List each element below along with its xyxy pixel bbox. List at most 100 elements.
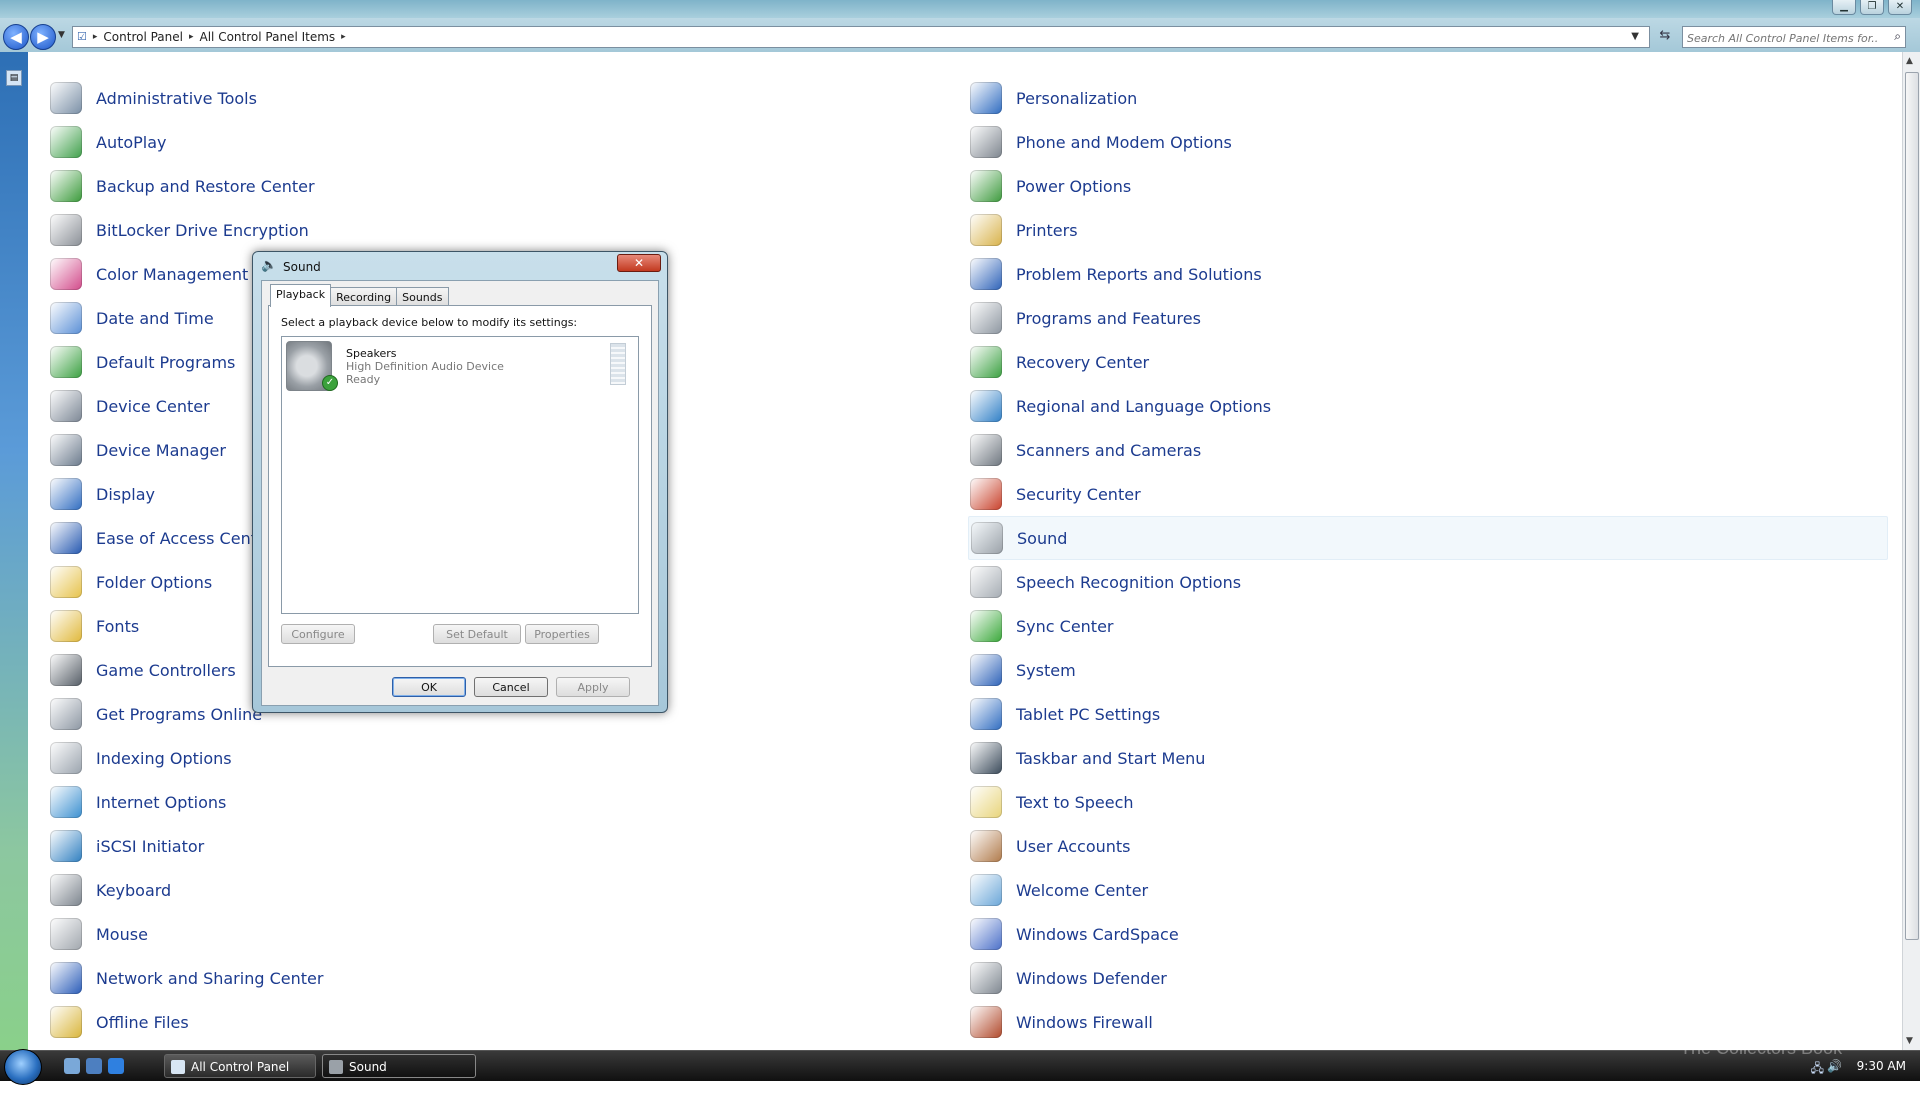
item-label[interactable]: Device Center <box>96 397 210 416</box>
item-label[interactable]: Network and Sharing Center <box>96 969 323 988</box>
control-panel-item[interactable]: Internet Options <box>48 780 968 824</box>
control-panel-item[interactable]: Printers <box>968 208 1888 252</box>
control-panel-item[interactable]: Welcome Center <box>968 868 1888 912</box>
item-label[interactable]: AutoPlay <box>96 133 167 152</box>
item-label[interactable]: Personalization <box>1016 89 1137 108</box>
control-panel-item[interactable]: Security Center <box>968 472 1888 516</box>
item-label[interactable]: Phone and Modem Options <box>1016 133 1232 152</box>
properties-button[interactable]: Properties <box>525 624 599 644</box>
control-panel-item[interactable]: Offline Files <box>48 1000 968 1044</box>
internet-explorer-icon[interactable] <box>108 1058 124 1074</box>
minimize-button[interactable]: ▁ <box>1832 0 1856 15</box>
item-label[interactable]: Color Management <box>96 265 248 284</box>
scroll-down-icon[interactable]: ▼ <box>1906 1036 1913 1046</box>
forward-button[interactable]: ▶ <box>30 24 56 50</box>
search-box[interactable]: ⌕ <box>1682 26 1906 48</box>
volume-tray-icon[interactable]: 🔊 <box>1827 1059 1842 1073</box>
breadcrumb-all-items[interactable]: All Control Panel Items <box>200 27 336 47</box>
item-label[interactable]: Device Manager <box>96 441 226 460</box>
item-label[interactable]: Scanners and Cameras <box>1016 441 1201 460</box>
scroll-thumb[interactable] <box>1905 72 1919 940</box>
item-label[interactable]: Game Controllers <box>96 661 236 680</box>
tab-recording[interactable]: Recording <box>330 287 398 307</box>
show-desktop-icon[interactable] <box>64 1058 80 1074</box>
control-panel-item[interactable]: Sound <box>968 516 1888 560</box>
item-label[interactable]: Sync Center <box>1016 617 1114 636</box>
ok-button[interactable]: OK <box>392 677 466 697</box>
control-panel-item[interactable]: BitLocker Drive Encryption <box>48 208 968 252</box>
item-label[interactable]: Tablet PC Settings <box>1016 705 1160 724</box>
configure-button[interactable]: Configure <box>281 624 355 644</box>
network-tray-icon[interactable]: 🖧 <box>1811 1059 1824 1080</box>
control-panel-item[interactable]: iSCSI Initiator <box>48 824 968 868</box>
item-label[interactable]: Programs and Features <box>1016 309 1201 328</box>
control-panel-item[interactable]: Recovery Center <box>968 340 1888 384</box>
item-label[interactable]: Windows Defender <box>1016 969 1167 988</box>
control-panel-item[interactable]: Keyboard <box>48 868 968 912</box>
search-icon[interactable]: ⌕ <box>1894 29 1901 44</box>
search-input[interactable] <box>1683 29 1881 48</box>
item-label[interactable]: Security Center <box>1016 485 1141 504</box>
item-label[interactable]: User Accounts <box>1016 837 1131 856</box>
control-panel-item[interactable]: Sync Center <box>968 604 1888 648</box>
item-label[interactable]: iSCSI Initiator <box>96 837 204 856</box>
refresh-icon[interactable]: ⇆ <box>1654 26 1676 46</box>
control-panel-item[interactable]: Power Options <box>968 164 1888 208</box>
address-bar[interactable]: ☑ ▸ Control Panel ▸ All Control Panel It… <box>72 26 1650 48</box>
item-label[interactable]: Display <box>96 485 155 504</box>
control-panel-item[interactable]: System <box>968 648 1888 692</box>
set-default-button[interactable]: Set Default <box>433 624 521 644</box>
item-label[interactable]: Problem Reports and Solutions <box>1016 265 1262 284</box>
item-label[interactable]: Windows CardSpace <box>1016 925 1179 944</box>
control-panel-item[interactable]: Programs and Features <box>968 296 1888 340</box>
item-label[interactable]: Speech Recognition Options <box>1016 573 1241 592</box>
item-label[interactable]: Internet Options <box>96 793 226 812</box>
control-panel-item[interactable]: Speech Recognition Options <box>968 560 1888 604</box>
item-label[interactable]: Windows Firewall <box>1016 1013 1153 1032</box>
recent-pages-chevron-icon[interactable]: ▼ <box>58 30 65 40</box>
control-panel-item[interactable]: AutoPlay <box>48 120 968 164</box>
taskbar-item-sound[interactable]: Sound <box>322 1054 476 1078</box>
item-label[interactable]: Date and Time <box>96 309 214 328</box>
item-label[interactable]: Get Programs Online <box>96 705 262 724</box>
item-label[interactable]: Power Options <box>1016 177 1131 196</box>
control-panel-item[interactable]: Regional and Language Options <box>968 384 1888 428</box>
item-label[interactable]: Taskbar and Start Menu <box>1016 749 1205 768</box>
control-panel-item[interactable]: Phone and Modem Options <box>968 120 1888 164</box>
control-panel-item[interactable]: Text to Speech <box>968 780 1888 824</box>
switch-windows-icon[interactable] <box>86 1058 102 1074</box>
scroll-up-icon[interactable]: ▲ <box>1906 56 1913 66</box>
control-panel-item[interactable]: Tablet PC Settings <box>968 692 1888 736</box>
control-panel-item[interactable]: Indexing Options <box>48 736 968 780</box>
control-panel-item[interactable]: Windows CardSpace <box>968 912 1888 956</box>
item-label[interactable]: Text to Speech <box>1016 793 1134 812</box>
dialog-close-button[interactable]: ✕ <box>617 254 661 272</box>
item-label[interactable]: Printers <box>1016 221 1078 240</box>
item-label[interactable]: Default Programs <box>96 353 235 372</box>
tab-sounds[interactable]: Sounds <box>396 287 449 307</box>
item-label[interactable]: Administrative Tools <box>96 89 257 108</box>
item-label[interactable]: Folder Options <box>96 573 212 592</box>
taskbar-item-control-panel[interactable]: All Control Panel Ite... <box>164 1054 316 1098</box>
close-window-button[interactable]: ✕ <box>1888 0 1912 15</box>
playback-device-list[interactable]: ✓ Speakers High Definition Audio Device … <box>281 336 639 614</box>
apply-button[interactable]: Apply <box>556 677 630 697</box>
item-label[interactable]: Backup and Restore Center <box>96 177 315 196</box>
item-label[interactable]: Welcome Center <box>1016 881 1148 900</box>
item-label[interactable]: Recovery Center <box>1016 353 1149 372</box>
back-button[interactable]: ◀ <box>3 24 29 50</box>
control-panel-item[interactable]: Network and Sharing Center <box>48 956 968 1000</box>
item-label[interactable]: BitLocker Drive Encryption <box>96 221 309 240</box>
control-panel-item[interactable]: Mouse <box>48 912 968 956</box>
control-panel-item[interactable]: Taskbar and Start Menu <box>968 736 1888 780</box>
control-panel-item[interactable]: User Accounts <box>968 824 1888 868</box>
maximize-button[interactable]: ❐ <box>1860 0 1884 15</box>
control-panel-item[interactable]: Backup and Restore Center <box>48 164 968 208</box>
control-panel-item[interactable]: Problem Reports and Solutions <box>968 252 1888 296</box>
item-label[interactable]: Ease of Access Center <box>96 529 273 548</box>
vertical-scrollbar[interactable]: ▲ ▼ <box>1902 52 1920 1050</box>
item-label[interactable]: Fonts <box>96 617 139 636</box>
control-panel-item[interactable]: Windows Defender <box>968 956 1888 1000</box>
item-label[interactable]: Sound <box>1017 529 1067 548</box>
item-label[interactable]: Mouse <box>96 925 148 944</box>
